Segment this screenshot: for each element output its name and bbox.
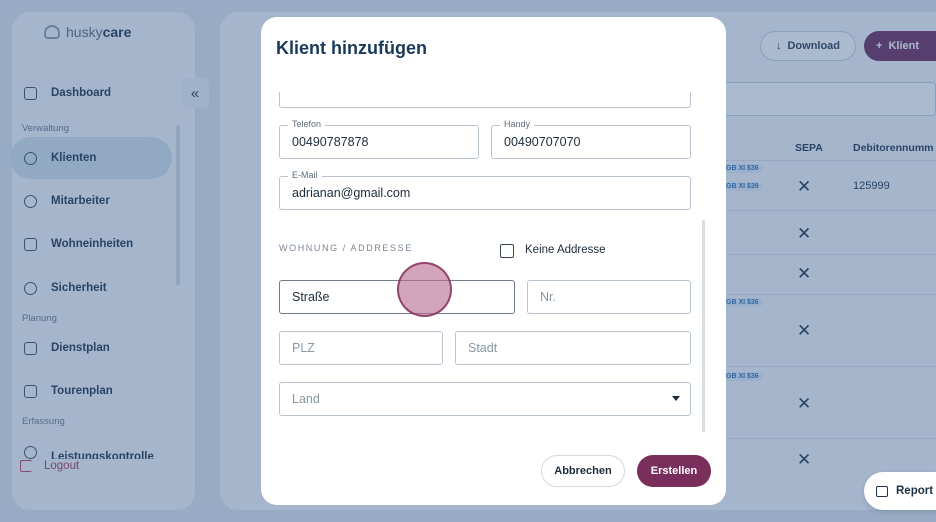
city-placeholder: Stadt [468, 341, 498, 355]
modal-scrollbar[interactable] [702, 220, 705, 432]
street-placeholder: Straße [292, 290, 330, 304]
create-button[interactable]: Erstellen [637, 455, 711, 487]
country-select[interactable]: Land [279, 382, 691, 416]
address-section-title: WOHNUNG / ADDRESSE [279, 243, 413, 253]
zip-field[interactable]: PLZ [279, 331, 443, 365]
house-number-placeholder: Nr. [540, 290, 556, 304]
email-label: E-Mail [288, 170, 322, 180]
email-value: adrianan@gmail.com [292, 186, 411, 200]
no-address-checkbox[interactable] [500, 244, 514, 258]
email-field[interactable]: E-Mail adrianan@gmail.com [279, 170, 691, 210]
handy-value: 00490707070 [504, 135, 581, 149]
no-address-label: Keine Addresse [525, 244, 606, 256]
scrolled-field[interactable] [279, 92, 691, 108]
telefon-label: Telefon [288, 119, 326, 129]
megaphone-icon [876, 485, 888, 497]
handy-label: Handy [500, 119, 535, 129]
telefon-field[interactable]: Telefon 00490787878 [279, 119, 479, 159]
telefon-value: 00490787878 [292, 135, 369, 149]
country-placeholder: Land [292, 392, 320, 406]
cancel-button[interactable]: Abbrechen [541, 455, 625, 487]
touch-indicator [397, 262, 452, 317]
chevron-down-icon [672, 396, 680, 401]
report-label: Report a [896, 485, 936, 497]
add-client-modal: Klient hinzufügen [261, 17, 726, 505]
report-button[interactable]: Report a [864, 472, 936, 510]
zip-placeholder: PLZ [292, 341, 315, 355]
city-field[interactable]: Stadt [455, 331, 691, 365]
handy-field[interactable]: Handy 00490707070 [491, 119, 691, 159]
modal-title: Klient hinzufügen [276, 38, 427, 58]
house-number-field[interactable]: Nr. [527, 280, 691, 314]
